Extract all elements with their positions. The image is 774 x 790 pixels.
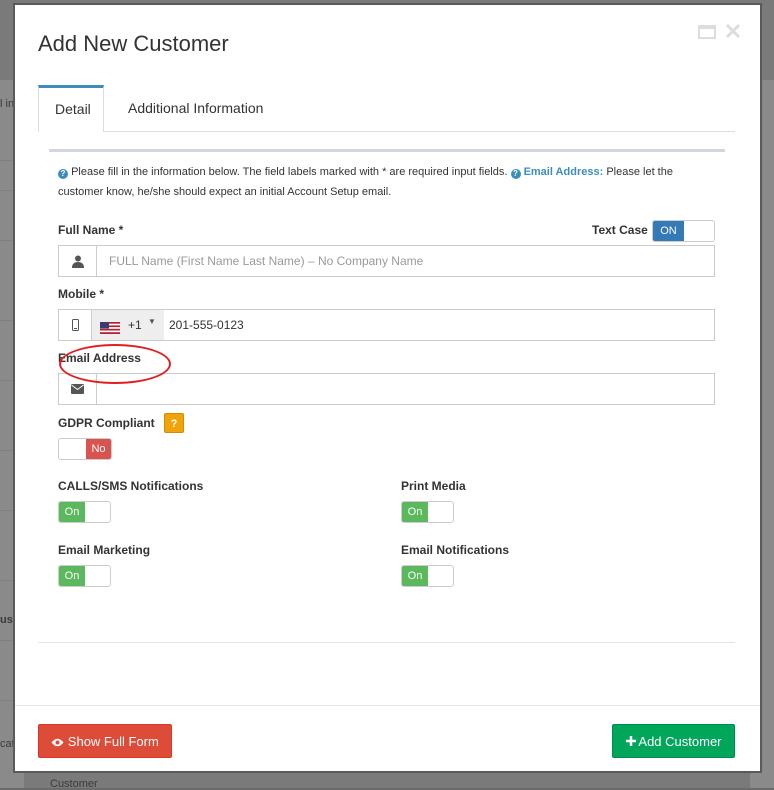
form-divider — [38, 642, 735, 643]
print-media-toggle[interactable]: On — [401, 501, 454, 523]
mobile-field[interactable]: +1 ▼ 201-555-0123 — [58, 309, 715, 341]
toggle-on-label: ON — [653, 221, 684, 241]
mobile-value: 201-555-0123 — [169, 318, 244, 332]
mobile-label: Mobile * — [58, 287, 105, 301]
show-full-form-button[interactable]: Show Full Form — [38, 724, 172, 758]
tab-additional-information[interactable]: Additional Information — [112, 85, 279, 131]
question-circle-icon: ? — [58, 169, 68, 179]
email-notifications-toggle[interactable]: On — [401, 565, 454, 587]
full-name-field[interactable]: FULL Name (First Name Last Name) – No Co… — [58, 245, 715, 277]
toggle-no-label: No — [86, 439, 111, 459]
text-case-label: Text Case — [592, 223, 648, 237]
gdpr-help-button[interactable]: ? — [164, 413, 184, 433]
gdpr-label: GDPR Compliant — [58, 416, 155, 430]
email-notifications-label: Email Notifications — [401, 543, 510, 557]
email-marketing-label: Email Marketing — [58, 543, 151, 557]
toggle-on-label: On — [59, 566, 85, 586]
close-icon[interactable] — [725, 23, 741, 44]
tab-detail[interactable]: Detail — [38, 85, 104, 132]
toggle-on-label: On — [402, 502, 428, 522]
country-code: +1 — [128, 318, 142, 332]
calls-sms-label: CALLS/SMS Notifications — [58, 479, 204, 493]
red-annotation-circle — [59, 344, 171, 384]
modal-title: Add New Customer — [38, 31, 229, 56]
mobile-icon — [59, 310, 92, 340]
toggle-on-label: On — [59, 502, 85, 522]
add-customer-modal: Add New Customer Detail Additional Infor… — [13, 3, 762, 773]
add-customer-button[interactable]: Add Customer — [612, 724, 735, 758]
section-divider — [49, 149, 725, 152]
toggle-on-label: On — [402, 566, 428, 586]
country-selector[interactable]: +1 ▼ — [92, 310, 164, 340]
caret-down-icon: ▼ — [148, 317, 156, 326]
show-full-form-label: Show Full Form — [67, 734, 159, 749]
text-case-toggle[interactable]: ON — [652, 220, 715, 242]
info-email-label: Email Address: — [523, 166, 604, 178]
modal-header: Add New Customer — [15, 5, 760, 85]
print-media-label: Print Media — [401, 479, 466, 493]
tab-bar: Detail Additional Information — [38, 85, 735, 132]
info-message: ? Please fill in the information below. … — [58, 162, 718, 202]
plus-icon — [625, 734, 639, 749]
question-circle-icon: ? — [510, 169, 521, 179]
email-marketing-toggle[interactable]: On — [58, 565, 111, 587]
eye-icon — [51, 734, 68, 749]
full-name-placeholder: FULL Name (First Name Last Name) – No Co… — [109, 254, 424, 268]
add-customer-label: Add Customer — [638, 734, 722, 749]
us-flag-icon — [100, 319, 120, 337]
footer-divider — [15, 705, 760, 706]
gdpr-toggle[interactable]: No — [58, 438, 112, 460]
background-text: Customer — [50, 778, 98, 790]
maximize-icon[interactable] — [698, 23, 716, 44]
info-text: Please fill in the information below. Th… — [71, 166, 508, 178]
calls-sms-toggle[interactable]: On — [58, 501, 111, 523]
email-field[interactable] — [58, 373, 715, 405]
user-icon — [59, 246, 97, 276]
full-name-label: Full Name * — [58, 223, 124, 237]
